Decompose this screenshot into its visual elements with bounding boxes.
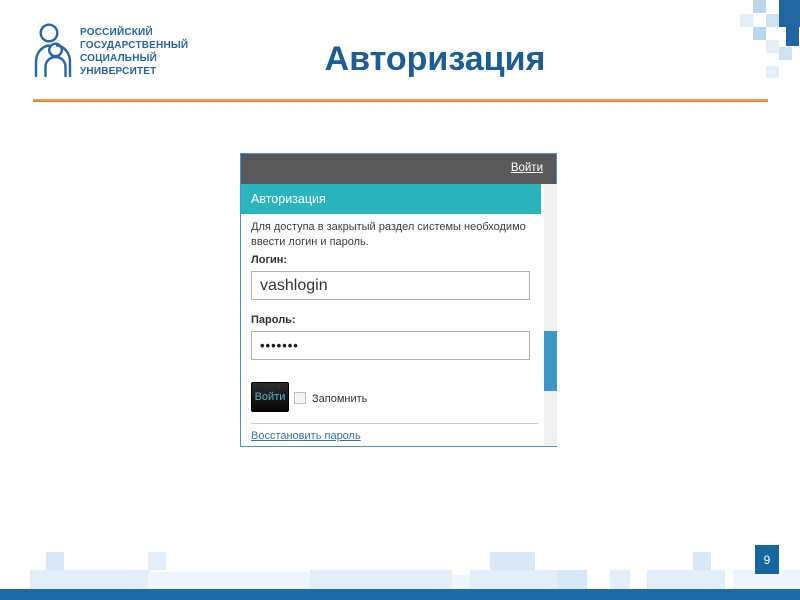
deco-square	[753, 0, 766, 13]
deco-square	[766, 14, 779, 27]
deco-square	[310, 570, 452, 589]
dialog-title-bar: Авторизация	[241, 184, 541, 214]
deco-square	[779, 0, 800, 27]
deco-square	[490, 552, 535, 570]
password-input[interactable]	[251, 331, 530, 360]
deco-square	[647, 570, 725, 589]
instruction-text: Для доступа в закрытый раздел системы не…	[251, 221, 526, 249]
deco-square	[557, 570, 587, 589]
page-number: 9	[763, 552, 771, 567]
bottom-bar	[0, 589, 800, 600]
deco-square	[786, 27, 799, 46]
title-divider-line	[33, 99, 768, 102]
header-login-link[interactable]: Войти	[511, 162, 543, 174]
submit-button[interactable]: Войти	[251, 382, 289, 412]
recover-password-link[interactable]: Восстановить пароль	[251, 430, 361, 442]
presentation-slide: РОССИЙСКИЙ ГОСУДАРСТВЕННЫЙ СОЦИАЛЬНЫЙ УН…	[0, 0, 800, 600]
deco-square	[148, 552, 166, 570]
deco-square	[779, 47, 792, 60]
dialog-title: Авторизация	[251, 192, 326, 206]
form-divider	[251, 423, 538, 424]
deco-square	[766, 66, 779, 78]
deco-square	[753, 27, 766, 40]
deco-square	[148, 572, 310, 589]
login-dialog-screenshot: Войти Авторизация Для доступа в закрытый…	[240, 153, 557, 447]
dialog-top-bar: Войти	[241, 154, 556, 184]
people-icon	[34, 23, 72, 78]
password-label: Пароль:	[251, 314, 296, 326]
deco-square	[46, 552, 64, 570]
deco-square	[693, 552, 711, 570]
deco-square	[766, 40, 779, 53]
remember-checkbox[interactable]	[294, 392, 306, 404]
login-input[interactable]	[251, 271, 530, 300]
slide-title: Авторизация	[324, 40, 546, 78]
deco-square	[30, 570, 150, 589]
scrollbar-thumb[interactable]	[544, 331, 557, 391]
login-label: Логин:	[251, 254, 288, 266]
logo-line: РОССИЙСКИЙ	[80, 27, 153, 38]
deco-square	[610, 570, 630, 589]
page-number-box: 9	[755, 545, 779, 574]
remember-label: Запомнить	[312, 393, 368, 405]
deco-square	[740, 14, 753, 27]
scrollbar-track[interactable]	[544, 184, 557, 446]
